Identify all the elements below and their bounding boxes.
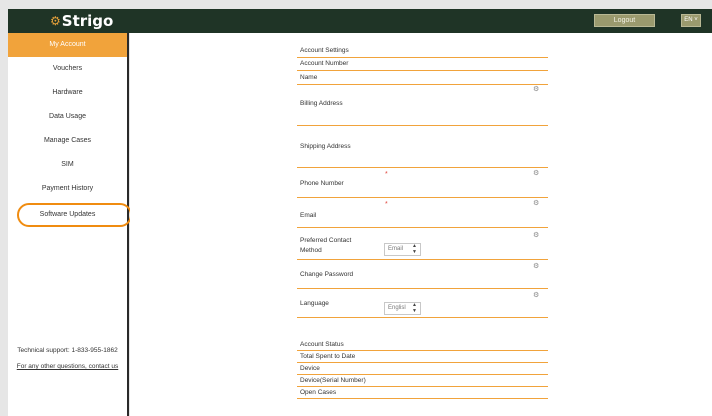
logo-text: Strigo <box>61 12 114 30</box>
select-value: Englisl <box>388 305 406 311</box>
shipping-address-row: Shipping Address <box>297 126 548 168</box>
updown-arrows-icon: ▲ ▼ <box>412 302 417 314</box>
sidebar-item-manage-cases[interactable]: Manage Cases <box>8 129 127 153</box>
section-title: Account Settings <box>300 47 349 54</box>
account-status-header: Account Status <box>297 337 548 351</box>
field-label: Method <box>300 247 322 254</box>
field-label: Account Number <box>300 60 349 67</box>
section-title: Account Status <box>300 341 344 348</box>
language-dropdown[interactable]: EN ˅ <box>681 14 701 27</box>
sidebar-item-hardware[interactable]: Hardware <box>8 81 127 105</box>
name-row: Name <box>297 71 548 85</box>
email-row: Email <box>297 198 548 228</box>
total-spent-row: Total Spent to Date <box>297 351 548 363</box>
open-cases-row: Open Cases <box>297 387 548 399</box>
logo-icon: ⚙ <box>50 14 61 28</box>
device-row: Device <box>297 363 548 375</box>
device-serial-row: Device(Serial Number) <box>297 375 548 387</box>
field-label: Total Spent to Date <box>300 353 356 360</box>
sidebar-item-vouchers[interactable]: Vouchers <box>8 57 127 81</box>
language-select[interactable]: Englisl ▲ ▼ <box>384 302 421 315</box>
logout-button[interactable]: Logout <box>594 14 655 27</box>
field-label: Preferred Contact <box>300 237 352 244</box>
field-label: Open Cases <box>300 389 337 396</box>
sidebar-item-payment-history[interactable]: Payment History <box>8 177 127 201</box>
select-value: Email <box>388 246 404 252</box>
phone-number-row: Phone Number <box>297 168 548 198</box>
strigo-logo[interactable]: ⚙ Strigo <box>50 12 113 30</box>
highlight-circle <box>17 203 132 227</box>
sidebar: My Account Vouchers Hardware Data Usage … <box>8 33 132 416</box>
contact-us-link[interactable]: For any other questions, contact us <box>8 363 127 370</box>
preferred-contact-select[interactable]: Email ▲ ▼ <box>384 243 421 256</box>
field-label: Change Password <box>300 271 354 278</box>
field-label: Shipping Address <box>300 143 351 150</box>
field-label: Phone Number <box>300 180 344 187</box>
updown-arrows-icon: ▲ ▼ <box>412 243 417 255</box>
field-label: Email <box>300 212 317 219</box>
field-label: Device <box>300 365 320 372</box>
sidebar-item-sim[interactable]: SIM <box>8 153 127 177</box>
account-settings-header: Account Settings <box>297 43 548 58</box>
change-password-row: Change Password <box>297 260 548 289</box>
language-row: Language <box>297 289 548 318</box>
technical-support-text: Technical support: 1-833-955-1862 <box>17 347 118 354</box>
billing-address-row: Billing Address <box>297 85 548 126</box>
account-number-row: Account Number <box>297 58 548 71</box>
field-label: Language <box>300 300 329 307</box>
top-header-bar: ⚙ Strigo Logout EN ˅ <box>8 9 712 33</box>
preferred-contact-row: Preferred Contact Method <box>297 228 548 260</box>
field-label: Device(Serial Number) <box>300 377 366 384</box>
field-label: Name <box>300 74 318 81</box>
sidebar-item-my-account[interactable]: My Account <box>8 33 127 57</box>
field-label: Billing Address <box>300 100 343 107</box>
sidebar-item-data-usage[interactable]: Data Usage <box>8 105 127 129</box>
